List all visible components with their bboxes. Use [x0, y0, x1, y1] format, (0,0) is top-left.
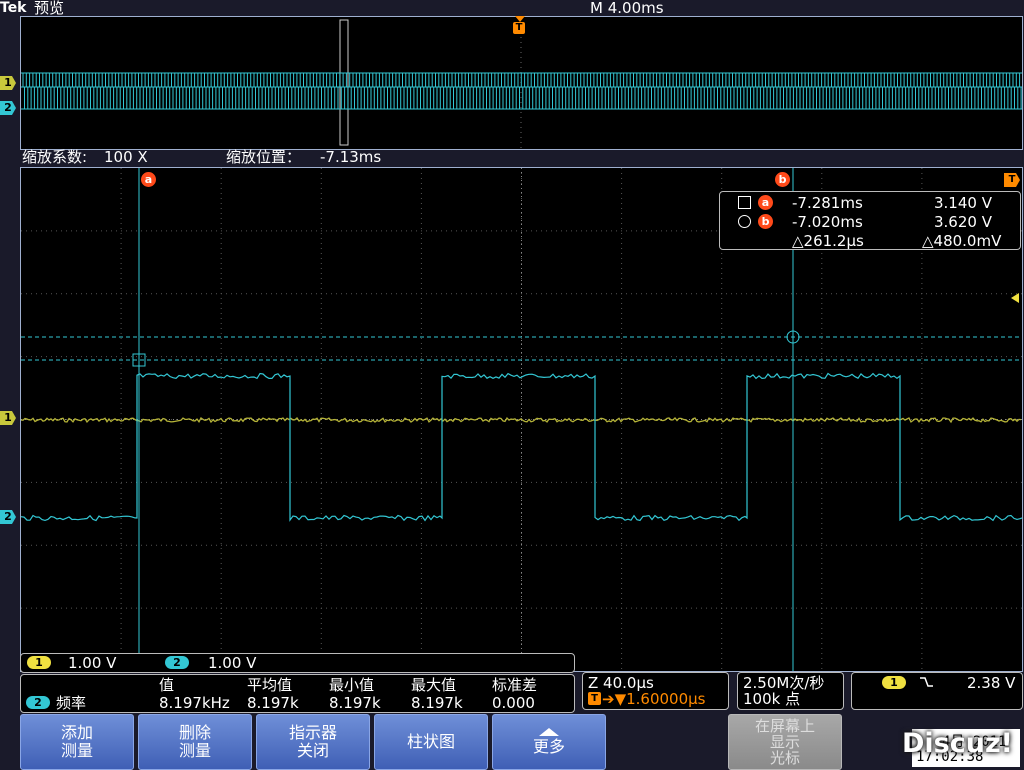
show-cursors-line2: 显示 — [769, 733, 800, 751]
cursor-a-marker[interactable]: a — [141, 172, 156, 187]
indicator-line2: 关闭 — [296, 741, 329, 760]
chevron-up-icon — [539, 728, 559, 736]
meas-header-value: 值 — [159, 676, 175, 694]
main-ch1-tag[interactable]: 1 — [0, 411, 16, 425]
zoom-factor-value: 100 X — [104, 148, 148, 166]
falling-edge-icon — [920, 677, 933, 687]
brand-logo: Tek — [0, 0, 27, 16]
overview-ch1-tag[interactable]: 1 — [0, 76, 16, 90]
scale-ch1-badge[interactable]: 1 — [27, 656, 51, 669]
zoom-position-label: 缩放位置： — [226, 148, 302, 166]
cursor-b-marker[interactable]: b — [775, 172, 790, 187]
show-cursors-button[interactable]: 在屏幕上 显示 光标 — [728, 714, 842, 770]
delete-measurement-line1: 删除 — [178, 723, 211, 742]
horizontal-panel[interactable]: Z 40.0μs T ➔▼1.60000μs — [582, 672, 729, 710]
square-icon — [738, 196, 751, 209]
meas-header-max: 最大值 — [411, 676, 457, 694]
cursor-b-volt: 3.620 V — [934, 213, 992, 231]
cursor-a-time: -7.281ms — [792, 194, 863, 212]
trigger-source-badge: 1 — [882, 676, 906, 689]
zoom-factor-label: 缩放系数: — [22, 148, 88, 166]
more-label: 更多 — [532, 737, 565, 756]
circle-icon — [738, 215, 751, 228]
meas-min: 8.197k — [329, 694, 381, 712]
zoom-position-value: -7.13ms — [320, 148, 382, 166]
add-measurement-line2: 测量 — [60, 741, 93, 760]
scale-ch1-value: 1.00 V — [68, 654, 117, 672]
indicator-button[interactable]: 指示器 关闭 — [256, 714, 370, 770]
delete-measurement-button[interactable]: 删除 测量 — [138, 714, 252, 770]
meas-value: 8.197kHz — [159, 694, 230, 712]
meas-channel-badge: 2 — [26, 696, 50, 709]
trigger-pos-badge: T — [588, 692, 601, 705]
meas-header-min: 最小值 — [329, 676, 375, 694]
trigger-level-arrow[interactable] — [1011, 293, 1019, 303]
show-cursors-line1: 在屏幕上 — [754, 717, 815, 735]
acquisition-panel[interactable]: 2.50M次/秒 100k 点 — [737, 672, 844, 710]
indicator-line1: 指示器 — [288, 723, 337, 742]
meas-max: 8.197k — [411, 694, 463, 712]
cursor-readout-panel: a -7.281ms 3.140 V b -7.020ms 3.620 V △2… — [719, 191, 1021, 250]
trigger-position-value: ➔▼1.60000μs — [602, 690, 706, 708]
add-measurement-button[interactable]: 添加 测量 — [20, 714, 134, 770]
channel-scale-bar: 1 1.00 V 2 1.00 V — [20, 653, 575, 673]
main-ch2-tag[interactable]: 2 — [0, 510, 16, 524]
watermark: Discuz! — [902, 728, 1013, 759]
sample-rate: 2.50M次/秒 — [743, 674, 825, 692]
more-button[interactable]: 更多 — [492, 714, 606, 770]
measurement-panel[interactable]: 值 平均值 最小值 最大值 标准差 2 频率 8.197kHz 8.197k 8… — [20, 674, 575, 713]
cursor-a-volt: 3.140 V — [934, 194, 992, 212]
cursor-b-time: -7.020ms — [792, 213, 863, 231]
trigger-panel[interactable]: 1 2.38 V — [851, 672, 1023, 710]
meas-header-stddev: 标准差 — [492, 676, 538, 694]
cursor-b-badge: b — [758, 214, 773, 229]
trigger-level: 2.38 V — [967, 674, 1016, 692]
meas-header-mean: 平均值 — [247, 676, 293, 694]
cursor-delta-volt: △480.0mV — [922, 232, 1002, 250]
record-length: 100k 点 — [743, 690, 801, 708]
trigger-marker-label: T — [513, 22, 525, 34]
trigger-position-marker[interactable]: T — [513, 16, 527, 38]
add-measurement-line1: 添加 — [60, 723, 93, 742]
histogram-label: 柱状图 — [406, 732, 455, 751]
zoom-scale: Z 40.0μs — [588, 674, 654, 692]
scale-ch2-value: 1.00 V — [208, 654, 257, 672]
show-cursors-line3: 光标 — [769, 749, 800, 767]
histogram-button[interactable]: 柱状图 — [374, 714, 488, 770]
delete-measurement-line2: 测量 — [178, 741, 211, 760]
timebase-label: M 4.00ms — [590, 0, 664, 17]
mode-label: 预览 — [34, 0, 65, 17]
meas-stddev: 0.000 — [492, 694, 535, 712]
meas-mean: 8.197k — [247, 694, 299, 712]
cursor-a-badge: a — [758, 195, 773, 210]
meas-name: 频率 — [56, 694, 87, 712]
overview-ch2-tag[interactable]: 2 — [0, 101, 16, 115]
cursor-delta-time: △261.2μs — [792, 232, 864, 250]
scale-ch2-badge[interactable]: 2 — [165, 656, 189, 669]
